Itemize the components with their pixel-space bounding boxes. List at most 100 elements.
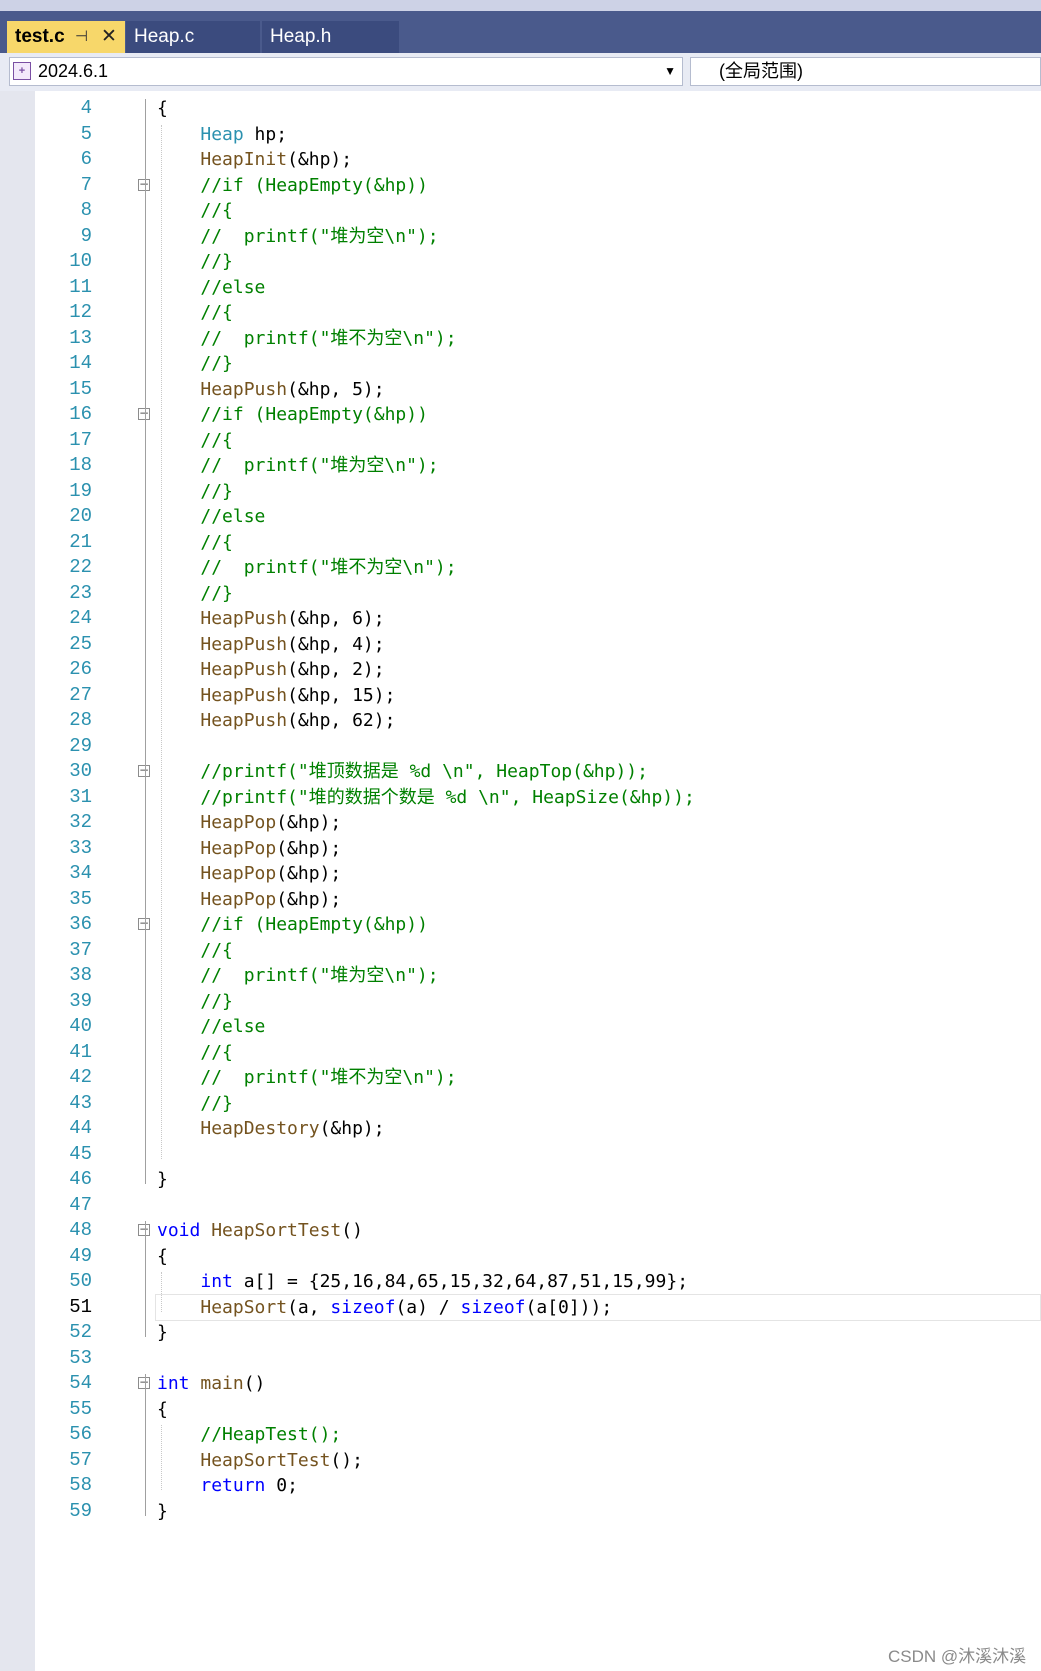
line-number: 41: [69, 1040, 92, 1063]
code-line[interactable]: 47: [35, 1192, 1041, 1219]
tab-test-c[interactable]: test.c ⊣ ✕: [7, 21, 125, 53]
code-text: void HeapSortTest(): [157, 1220, 363, 1241]
code-text: HeapPush(&hp, 2);: [200, 659, 385, 680]
line-number: 17: [69, 428, 92, 451]
code-line[interactable]: 35 HeapPop(&hp);: [35, 886, 1041, 913]
code-line[interactable]: 45: [35, 1141, 1041, 1168]
code-line[interactable]: 44 HeapDestory(&hp);: [35, 1115, 1041, 1142]
code-line[interactable]: 13 // printf("堆不为空\n");: [35, 325, 1041, 352]
code-line[interactable]: 39 //}: [35, 988, 1041, 1015]
code-line[interactable]: 43 //}: [35, 1090, 1041, 1117]
code-text: //{: [200, 200, 233, 221]
line-number: 21: [69, 530, 92, 553]
line-number: 38: [69, 964, 92, 986]
code-line[interactable]: 28 HeapPush(&hp, 62);: [35, 707, 1041, 734]
dropdown-arrow-icon[interactable]: ▼: [664, 58, 676, 85]
code-line[interactable]: 16 − //if (HeapEmpty(&hp)): [35, 401, 1041, 428]
code-line[interactable]: 27 HeapPush(&hp, 15);: [35, 682, 1041, 709]
scope-dropdown[interactable]: (全局范围): [690, 57, 1041, 86]
line-number: 30: [69, 760, 92, 782]
code-line[interactable]: 55 {: [35, 1396, 1041, 1423]
code-line[interactable]: 8 //{: [35, 197, 1041, 224]
line-number: 55: [69, 1397, 92, 1420]
code-line[interactable]: 11 //else: [35, 274, 1041, 301]
code-text: {: [157, 98, 168, 119]
code-line[interactable]: 42 // printf("堆不为空\n");: [35, 1064, 1041, 1091]
code-line[interactable]: 58 return 0;: [35, 1472, 1041, 1499]
code-line[interactable]: 20 //else: [35, 503, 1041, 530]
tab-heap-h[interactable]: Heap.h: [262, 21, 399, 53]
project-dropdown[interactable]: + 2024.6.1 ▼: [9, 57, 683, 86]
code-line[interactable]: 30 − //printf("堆顶数据是 %d \n", HeapTop(&hp)…: [35, 758, 1041, 785]
line-number: 22: [69, 556, 92, 578]
line-number: 31: [69, 785, 92, 808]
collapse-icon[interactable]: −: [138, 407, 150, 420]
code-line[interactable]: 22 // printf("堆不为空\n");: [35, 554, 1041, 581]
code-text: //}: [200, 480, 233, 502]
code-line[interactable]: 23 //}: [35, 580, 1041, 607]
code-line[interactable]: 25 HeapPush(&hp, 4);: [35, 631, 1041, 658]
code-line[interactable]: 4{: [35, 95, 1041, 122]
code-line[interactable]: 52}: [35, 1319, 1041, 1346]
code-line[interactable]: 59}: [35, 1498, 1041, 1525]
code-text: HeapPop(&hp);: [200, 812, 342, 833]
code-line[interactable]: 21 //{: [35, 529, 1041, 556]
code-line[interactable]: 50 int a[] = {25,16,84,65,15,32,64,87,51…: [35, 1268, 1041, 1295]
code-line[interactable]: 9 // printf("堆为空\n");: [35, 223, 1041, 250]
pin-icon[interactable]: ⊣: [75, 21, 88, 53]
code-line[interactable]: 29: [35, 733, 1041, 760]
tab-label: Heap.c: [134, 26, 195, 47]
code-line[interactable]: 6 HeapInit(&hp);: [35, 146, 1041, 173]
line-number: 58: [69, 1474, 92, 1496]
collapse-icon[interactable]: −: [138, 917, 150, 930]
code-line[interactable]: 19 //}: [35, 478, 1041, 505]
tab-label: Heap.h: [270, 26, 332, 47]
code-line[interactable]: 36 − //if (HeapEmpty(&hp)): [35, 911, 1041, 938]
code-text: //}: [200, 1092, 233, 1114]
code-line[interactable]: 51 HeapSort(a, sizeof(a) / sizeof(a[0]))…: [35, 1293, 1041, 1321]
code-line[interactable]: 57 HeapSortTest();: [35, 1447, 1041, 1474]
collapse-icon[interactable]: −: [138, 764, 150, 777]
line-number: 54: [69, 1372, 92, 1394]
code-text: //}: [200, 582, 233, 604]
code-text: //}: [200, 353, 233, 374]
code-line[interactable]: 32 HeapPop(&hp);: [35, 809, 1041, 836]
code-editor[interactable]: 4{5 Heap hp;6 HeapInit(&hp);7− //if (Hea…: [35, 91, 1041, 1671]
line-number: 23: [69, 581, 92, 604]
code-line[interactable]: 18 // printf("堆为空\n");: [35, 452, 1041, 479]
code-text: }: [157, 1169, 168, 1190]
code-line[interactable]: 34 HeapPop(&hp);: [35, 860, 1041, 887]
line-number: 14: [69, 352, 92, 374]
line-number: 36: [69, 913, 92, 935]
code-line[interactable]: 24 HeapPush(&hp, 6);: [35, 605, 1041, 632]
code-line[interactable]: 56 //HeapTest();: [35, 1421, 1041, 1448]
code-line[interactable]: 53: [35, 1345, 1041, 1372]
code-line[interactable]: 48 −void HeapSortTest(): [35, 1217, 1041, 1244]
collapse-icon[interactable]: −: [138, 1223, 150, 1236]
line-number: 34: [69, 862, 92, 884]
code-line[interactable]: 38 // printf("堆为空\n");: [35, 962, 1041, 989]
code-line[interactable]: 26 HeapPush(&hp, 2);: [35, 656, 1041, 683]
code-line[interactable]: 10 //}: [35, 248, 1041, 275]
code-line[interactable]: 31 //printf("堆的数据个数是 %d \n", HeapSize(&h…: [35, 784, 1041, 811]
code-line[interactable]: 37 //{: [35, 937, 1041, 964]
code-line[interactable]: 17 //{: [35, 427, 1041, 454]
collapse-icon[interactable]: −: [138, 1376, 150, 1389]
code-line[interactable]: 49 {: [35, 1243, 1041, 1270]
code-line[interactable]: 14 //}: [35, 350, 1041, 377]
code-text: HeapSortTest();: [200, 1449, 363, 1471]
code-line[interactable]: 7 − //if (HeapEmpty(&hp)): [35, 172, 1041, 199]
code-line[interactable]: 54 −int main(): [35, 1370, 1041, 1397]
code-text: //else: [200, 276, 266, 298]
indent-guide: [161, 1272, 162, 1312]
tab-heap-c[interactable]: Heap.c: [126, 21, 260, 53]
code-line[interactable]: 12 //{: [35, 299, 1041, 326]
code-line[interactable]: 33 HeapPop(&hp);: [35, 835, 1041, 862]
code-line[interactable]: 46}: [35, 1166, 1041, 1193]
code-line[interactable]: 41 //{: [35, 1039, 1041, 1066]
code-line[interactable]: 5 Heap hp;: [35, 121, 1041, 148]
code-line[interactable]: 15 HeapPush(&hp, 5);: [35, 376, 1041, 403]
close-icon[interactable]: ✕: [101, 21, 117, 53]
collapse-icon[interactable]: −: [138, 178, 150, 191]
code-line[interactable]: 40 //else: [35, 1013, 1041, 1040]
